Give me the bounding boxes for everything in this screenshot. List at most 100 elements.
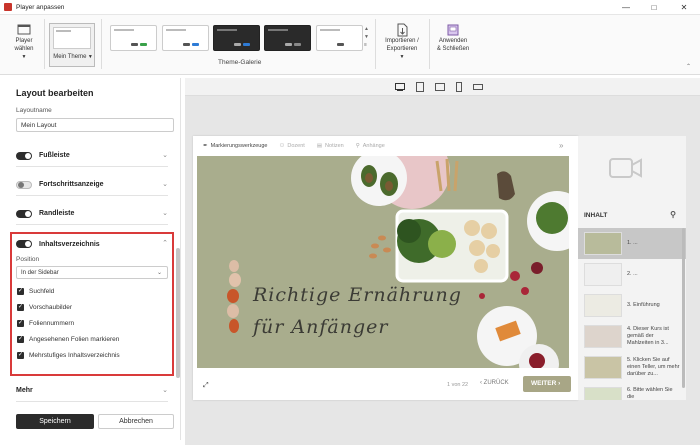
page-counter: 1 von 22 — [447, 382, 469, 388]
theme-gallery-label: Theme-Galerie — [218, 59, 262, 66]
layout-name-label: Layoutname — [16, 107, 52, 114]
sidebar-item-6[interactable]: 6. Bitte wählen Sie die — [578, 383, 686, 400]
sidebar-item-label: 3. Einführung — [627, 302, 660, 308]
device-toolbar — [185, 78, 700, 96]
maximize-button[interactable]: □ — [643, 0, 665, 15]
footer-toggle[interactable] — [16, 151, 32, 160]
sidebar-scrollbar[interactable] — [682, 228, 685, 388]
slide-thumbnail — [584, 325, 622, 348]
slide-title-line-1: Richtige Ernährung — [253, 284, 462, 306]
slide-thumbnail — [584, 232, 622, 255]
theme-thumbnail-1[interactable] — [110, 25, 157, 51]
search-icon[interactable]: ⚲ — [670, 210, 676, 219]
expand-sidebar-icon[interactable]: » — [559, 141, 563, 150]
chevron-down-icon: ▼ — [86, 54, 93, 60]
panel-title: Layout bearbeiten — [16, 88, 94, 98]
player-toolbar: ✒ Markierungswerkzeuge ⚇ Dozent ▤ Notizen ⚲… — [193, 136, 578, 156]
theme-thumbnail-5[interactable] — [316, 25, 363, 51]
player-icon — [17, 24, 31, 35]
position-label: Position — [16, 256, 40, 263]
chevron-down-icon: ▼ — [21, 54, 27, 60]
section-progress[interactable]: Fortschrittsanzeige ⌄ — [16, 174, 168, 196]
phone-portrait-icon[interactable] — [453, 81, 465, 93]
theme-thumbnail-2[interactable] — [162, 25, 209, 51]
section-sidebar[interactable]: Randleiste ⌄ — [16, 203, 168, 225]
notes-icon: ▤ — [316, 143, 323, 149]
collapse-ribbon-icon[interactable]: ⌃ — [686, 63, 691, 70]
apply-close-icon — [447, 24, 459, 36]
checkbox-multilevel[interactable]: ✓ Mehrstufiges Inhaltsverzeichnis — [17, 352, 120, 359]
fullscreen-icon[interactable]: ⤢ — [203, 382, 209, 390]
section-label: Inhaltsverzeichnis — [39, 240, 100, 248]
player-select-button[interactable]: Player wählen ▼ — [10, 23, 38, 61]
checkbox-mark-viewed[interactable]: ✓ Angesehenen Folien markieren — [17, 336, 119, 343]
apply-close-label: Anwenden — [438, 38, 468, 44]
chevron-down-icon: ⌄ — [156, 270, 162, 276]
my-theme-thumbnail — [53, 27, 91, 49]
paperclip-icon: ⚲ — [355, 143, 360, 149]
presenter-button[interactable]: ⚇ Dozent — [279, 143, 304, 149]
app-icon — [4, 3, 12, 11]
sidebar-item-1[interactable]: 1. ... — [578, 228, 686, 259]
chevron-up-icon: ⌃ — [162, 240, 168, 247]
cancel-button[interactable]: Abbrechen — [98, 414, 174, 429]
section-toc[interactable]: Inhaltsverzeichnis ⌃ — [16, 233, 168, 255]
sidebar-item-label: 1. ... — [627, 240, 638, 246]
import-export-label-2: Exportieren — [386, 46, 418, 52]
player-select-label-2: wählen — [14, 46, 34, 52]
check-icon: ✓ — [17, 320, 24, 327]
sidebar-toggle[interactable] — [16, 209, 32, 218]
checkbox-slide-numbers[interactable]: ✓ Foliennummern — [17, 320, 74, 327]
section-footer[interactable]: Fußleiste ⌄ — [16, 145, 168, 167]
panel-scrollbar[interactable] — [176, 248, 180, 378]
apply-close-button[interactable]: Anwenden & Schließen — [433, 23, 473, 53]
sidebar-item-label: 5. Klicken Sie auf einen Teller, um mehr… — [627, 357, 680, 377]
sidebar-item-2[interactable]: 2. ... — [578, 259, 686, 290]
toc-toggle[interactable] — [16, 240, 32, 248]
markup-tools-button[interactable]: ✒ Markierungswerkzeuge — [203, 143, 267, 149]
next-button[interactable]: WEITER › — [523, 376, 571, 392]
gallery-scroll-arrows[interactable]: ▲ ▼ ≡ — [364, 25, 371, 49]
layout-name-input[interactable]: Mein Layout — [16, 118, 174, 132]
layout-panel: Layout bearbeiten Layoutname Mein Layout… — [6, 78, 181, 440]
import-export-button[interactable]: Importieren / Exportieren ▼ — [380, 23, 424, 61]
progress-toggle[interactable] — [16, 180, 32, 189]
tablet-landscape-icon[interactable] — [434, 81, 446, 93]
desktop-icon[interactable] — [394, 81, 406, 93]
toolbar-label: Notizen — [325, 143, 344, 149]
back-button[interactable]: ‹ ZURÜCK — [480, 380, 509, 386]
section-label: Fortschrittsanzeige — [39, 181, 104, 188]
sidebar-heading-label: INHALT — [584, 211, 608, 219]
chevron-down-icon: ⌄ — [162, 181, 168, 188]
section-more[interactable]: Mehr ⌄ — [16, 380, 168, 402]
position-value: In der Sidebar — [21, 270, 59, 276]
next-label: WEITER — [531, 380, 557, 387]
section-label: Fußleiste — [39, 152, 70, 159]
save-button[interactable]: Speichern — [16, 414, 94, 429]
my-theme-button[interactable]: Mein Theme ▼ — [49, 23, 95, 67]
slide-content: Richtige Ernährung für Anfänger — [197, 156, 569, 368]
chevron-down-icon: ⌄ — [162, 387, 168, 394]
sidebar-item-5[interactable]: 5. Klicken Sie auf einen Teller, um mehr… — [578, 352, 686, 383]
checkbox-thumbnails[interactable]: ✓ Vorschaubilder — [17, 304, 72, 311]
sidebar-item-label: 4. Dieser Kurs ist gemäß der Mahlzeiten … — [627, 326, 669, 346]
my-theme-label: Mein Theme — [53, 54, 87, 60]
checkbox-search[interactable]: ✓ Suchfeld — [17, 288, 54, 295]
position-select[interactable]: In der Sidebar ⌄ — [16, 266, 168, 279]
back-label: ZURÜCK — [483, 380, 509, 386]
slide-title-line-2: für Anfänger — [253, 316, 389, 338]
sidebar-item-3[interactable]: 3. Einführung — [578, 290, 686, 321]
player-preview: ✒ Markierungswerkzeuge ⚇ Dozent ▤ Notizen ⚲… — [193, 136, 578, 400]
notes-button[interactable]: ▤ Notizen — [317, 143, 344, 149]
sidebar-item-4[interactable]: 4. Dieser Kurs ist gemäß der Mahlzeiten … — [578, 321, 686, 352]
close-button[interactable]: ✕ — [673, 0, 695, 15]
theme-thumbnail-4[interactable] — [264, 25, 311, 51]
attachments-button[interactable]: ⚲ Anhänge — [356, 143, 385, 149]
import-export-label: Importieren / — [385, 38, 419, 44]
minimize-button[interactable]: — — [615, 0, 637, 15]
ribbon-toolbar: Player wählen ▼ Mein Theme ▼ ▲ ▼ ≡ Theme-G… — [0, 15, 700, 75]
toolbar-label: Dozent — [287, 143, 305, 149]
phone-landscape-icon[interactable] — [472, 81, 484, 93]
tablet-portrait-icon[interactable] — [414, 81, 426, 93]
theme-thumbnail-3[interactable] — [213, 25, 260, 51]
